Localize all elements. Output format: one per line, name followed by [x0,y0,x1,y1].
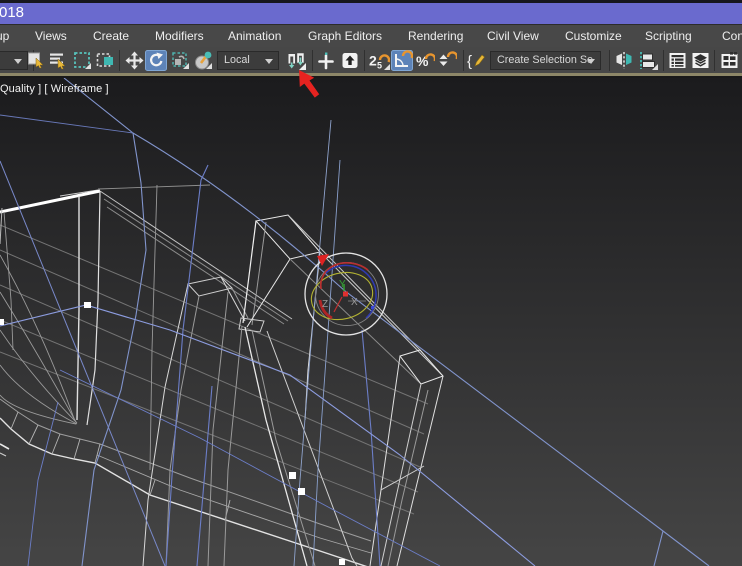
svg-text:2: 2 [369,53,377,69]
svg-text:Y: Y [339,279,346,290]
svg-text:{: { [467,53,472,70]
svg-text:5: 5 [377,61,382,71]
svg-text:X: X [351,297,358,308]
svg-text:Z: Z [322,299,328,310]
